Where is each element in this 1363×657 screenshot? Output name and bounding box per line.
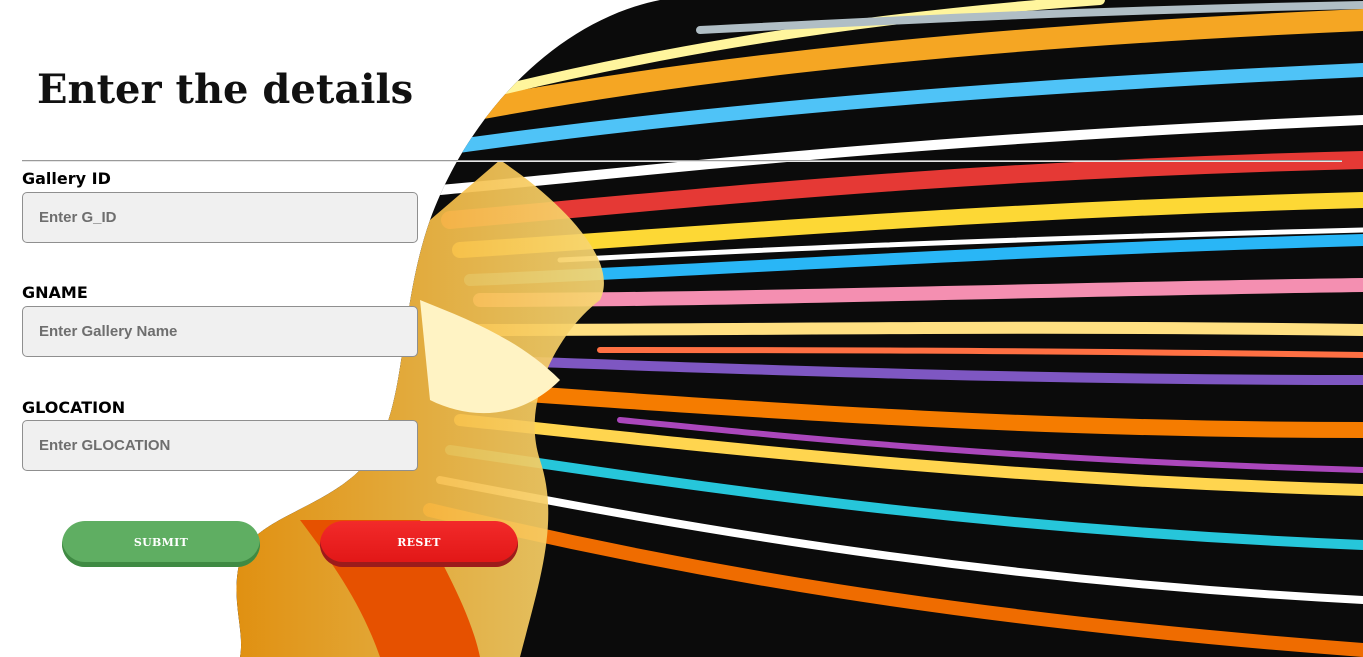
gallery-id-input[interactable] — [22, 192, 418, 243]
gname-input[interactable] — [22, 306, 418, 357]
gname-label: GNAME — [22, 283, 88, 302]
page-title: Enter the details — [37, 66, 414, 113]
glocation-input[interactable] — [22, 420, 418, 471]
reset-button[interactable]: RESET — [320, 521, 518, 567]
submit-button[interactable]: SUBMIT — [62, 521, 260, 567]
gallery-id-label: Gallery ID — [22, 169, 111, 188]
glocation-label: GLOCATION — [22, 398, 126, 417]
divider — [22, 160, 1342, 162]
